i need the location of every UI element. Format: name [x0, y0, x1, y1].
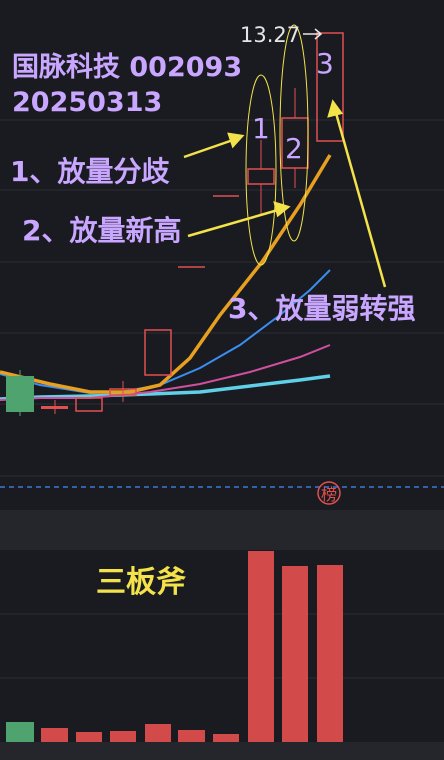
- candle-number-3: 3: [316, 47, 334, 80]
- annotation-3: 3、放量弱转强: [228, 292, 415, 325]
- rank-badge-label: 榜: [321, 485, 337, 504]
- volume-bar-7: [213, 734, 239, 742]
- volume-grid: [0, 613, 444, 679]
- volume-bar-6: [178, 730, 205, 742]
- footer-bar: [0, 742, 444, 760]
- price-marker-arrow-icon: [303, 28, 323, 40]
- volume-bar-2: [41, 728, 68, 742]
- volume-bar-8: [248, 551, 274, 742]
- volume-bar-4: [110, 731, 136, 742]
- stock-date: 20250313: [12, 87, 162, 118]
- annotation-2: 2、放量新高: [22, 214, 181, 247]
- volume-chart: 三板斧: [0, 551, 444, 742]
- panel-separator: [0, 510, 444, 550]
- price-marker-label: 13.27: [240, 23, 300, 47]
- annotation-1: 1、放量分歧: [10, 155, 169, 188]
- volume-bar-3: [76, 732, 102, 742]
- ma-orange-line: [0, 154, 332, 394]
- candle-number-2: 2: [285, 132, 303, 165]
- price-chart: 13.27 国脉科技 002093 20250313 1、放量分歧 2、放量新高…: [0, 23, 444, 505]
- volume-bar-1: [6, 722, 34, 742]
- volume-bar-9: [282, 566, 308, 742]
- volume-bar-5: [145, 724, 171, 742]
- annotation-arrows: [183, 99, 387, 288]
- volume-chart-panel: 三板斧: [0, 550, 444, 742]
- candle-number-1: 1: [252, 112, 270, 145]
- highlight-ellipse-1: [245, 74, 277, 266]
- stock-name-code: 国脉科技 002093: [12, 52, 242, 83]
- volume-label: 三板斧: [96, 565, 186, 600]
- candle-8: [247, 168, 275, 185]
- volume-bar-10: [317, 565, 343, 742]
- candle-5: [144, 329, 172, 376]
- price-chart-panel: 13.27 国脉科技 002093 20250313 1、放量分歧 2、放量新高…: [0, 0, 444, 510]
